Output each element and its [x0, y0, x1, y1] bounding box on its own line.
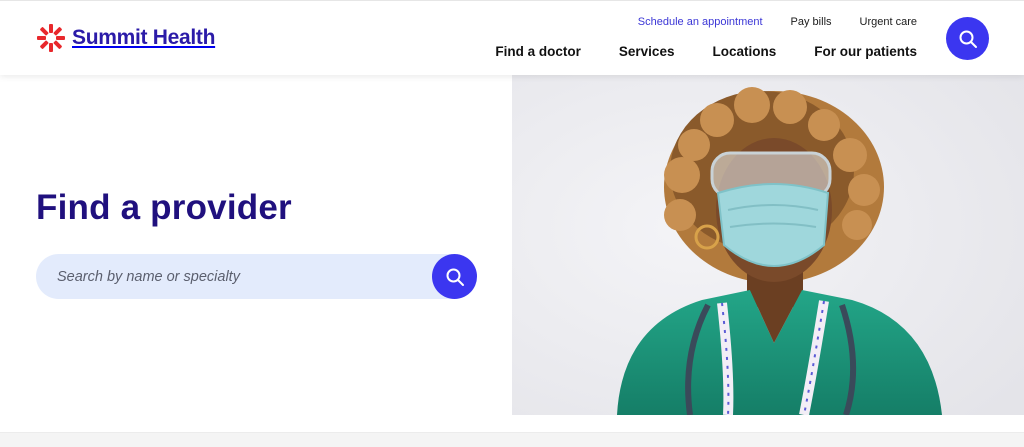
nav-for-our-patients[interactable]: For our patients: [814, 44, 917, 59]
provider-photo: [512, 75, 1024, 415]
main-nav: Find a doctor Services Locations For our…: [495, 44, 917, 59]
provider-search-button[interactable]: [432, 254, 477, 299]
page-title: Find a provider: [36, 188, 292, 227]
hero-section: Find a provider: [0, 75, 512, 415]
header-search-button[interactable]: [946, 17, 989, 60]
search-icon: [446, 268, 464, 286]
schedule-appointment-link[interactable]: Schedule an appointment: [638, 16, 763, 28]
utility-nav: Schedule an appointment Pay bills Urgent…: [638, 16, 917, 28]
section-divider: [0, 432, 1024, 447]
nav-locations[interactable]: Locations: [712, 44, 776, 59]
provider-search-input[interactable]: [36, 254, 432, 299]
summit-health-logo-icon: [37, 24, 65, 52]
nav-find-a-doctor[interactable]: Find a doctor: [495, 44, 581, 59]
site-header: Summit Health Schedule an appointment Pa…: [0, 0, 1024, 75]
urgent-care-link[interactable]: Urgent care: [860, 16, 917, 28]
pay-bills-link[interactable]: Pay bills: [791, 16, 832, 28]
nav-services[interactable]: Services: [619, 44, 675, 59]
provider-search-bar: [36, 254, 477, 299]
summit-health-logo[interactable]: Summit Health: [36, 23, 215, 53]
search-icon: [959, 30, 977, 48]
brand-name: Summit Health: [72, 26, 216, 49]
